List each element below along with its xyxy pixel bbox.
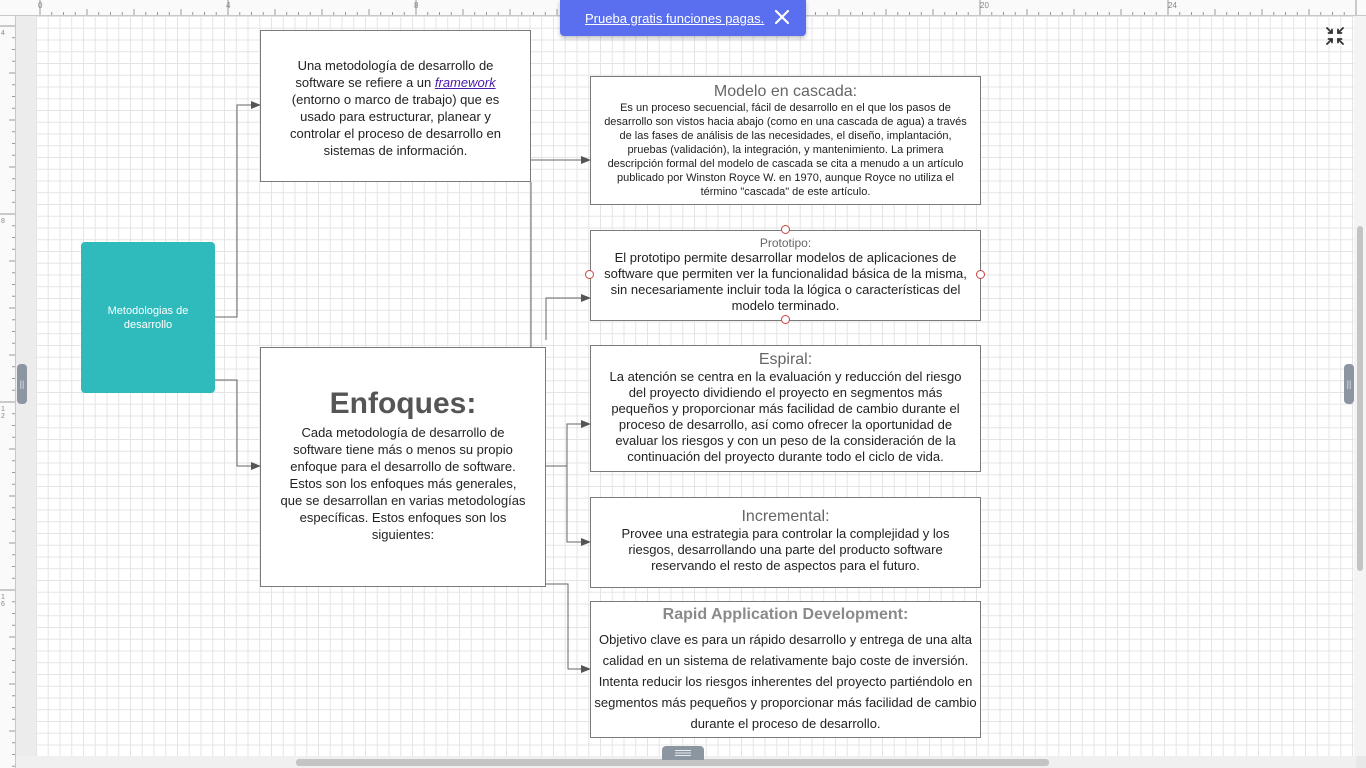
selection-handle-bottom[interactable] [781, 315, 790, 324]
selection-handle-top[interactable] [781, 225, 790, 234]
horizontal-scroll-thumb[interactable] [296, 759, 1049, 766]
framework-link[interactable]: framework [435, 75, 496, 90]
selection-handle-right[interactable] [976, 270, 985, 279]
promo-link[interactable]: Prueba gratis funciones pagas. [585, 11, 764, 26]
ruler-top-label: 8 [414, 1, 419, 10]
grip-icon [675, 750, 691, 756]
espiral-box[interactable]: Espiral: La atención se centra en la eva… [590, 345, 981, 472]
ruler-left-label: 8 [1, 218, 5, 225]
espiral-body: La atención se centra en la evaluación y… [609, 369, 962, 464]
ruler-top-label: 4 [226, 1, 231, 10]
prototipo-box[interactable]: Prototipo: El prototipo permite desarrol… [590, 230, 981, 321]
incremental-body: Provee una estrategia para controlar la … [621, 526, 950, 573]
enfoques-body: Cada metodología de desarrollo de softwa… [280, 425, 526, 542]
right-panel-handle[interactable]: || [1344, 364, 1354, 404]
incremental-box[interactable]: Incremental: Provee una estrategia para … [590, 497, 981, 588]
ruler-top-label: 0 [38, 1, 43, 10]
ruler-top-label: 20 [980, 1, 989, 10]
close-icon[interactable] [774, 9, 790, 25]
rad-title: Rapid Application Development: [662, 606, 909, 623]
ruler-left-label: 4 [1, 30, 5, 37]
enfoques-box[interactable]: Enfoques: Cada metodología de desarrollo… [260, 347, 546, 587]
rad-box[interactable]: Rapid Application Development: Objetivo … [590, 601, 981, 738]
selection-handle-left[interactable] [585, 270, 594, 279]
promo-banner: Prueba gratis funciones pagas. [560, 0, 806, 36]
enfoques-title: Enfoques: [329, 387, 477, 420]
root-node-label: Metodologias de desarrollo [107, 304, 189, 331]
ruler-top-label: 24 [1168, 1, 1177, 10]
grip-icon: || [19, 379, 25, 389]
cascada-title: Modelo en cascada: [713, 83, 858, 100]
ruler-left-label: 1 2 [1, 406, 5, 420]
prototipo-title: Prototipo: [759, 236, 812, 250]
intro-box[interactable]: Una metodología de desarrollo de softwar… [260, 30, 531, 182]
grip-icon: || [1346, 379, 1352, 389]
ruler-left-ticks [0, 25, 15, 767]
prototipo-body: El prototipo permite desarrollar modelos… [604, 250, 967, 313]
vertical-scroll-thumb[interactable] [1357, 226, 1363, 571]
root-node[interactable]: Metodologias de desarrollo [81, 242, 215, 393]
incremental-title: Incremental: [741, 508, 830, 525]
ruler-left-label: 1 6 [1, 594, 5, 608]
cascada-body: Es un proceso secuencial, fácil de desar… [604, 102, 967, 198]
cascada-box[interactable]: Modelo en cascada: Es un proceso secuenc… [590, 76, 981, 205]
collapse-fullscreen-icon[interactable] [1326, 27, 1344, 45]
intro-text-after: (entorno o marco de trabajo) que es usad… [289, 92, 501, 158]
espiral-title: Espiral: [758, 351, 813, 368]
bottom-panel-handle[interactable] [662, 746, 704, 760]
left-panel-handle[interactable]: || [17, 364, 27, 404]
rad-body: Objetivo clave es para un rápido desarro… [594, 632, 977, 731]
ruler-left: 4 8 1 2 1 6 [0, 16, 16, 768]
